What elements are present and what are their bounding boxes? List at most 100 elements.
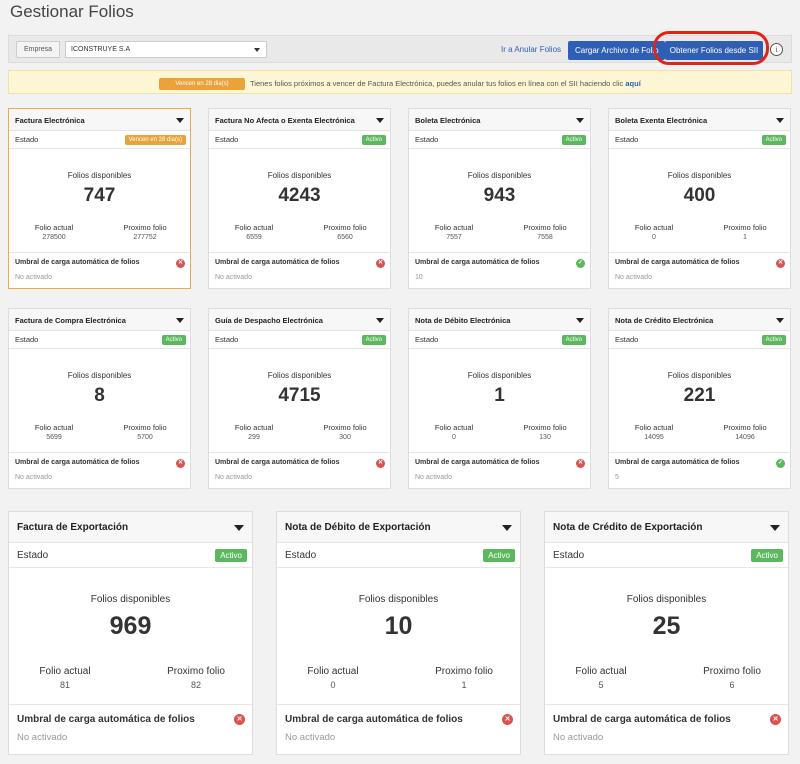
folios-disponibles-value: 8 [94, 385, 105, 406]
close-icon: ✕ [234, 714, 245, 725]
state-label: Estado [15, 335, 39, 344]
proximo-folio-label: Proximo folio [123, 223, 167, 232]
umbral-title: Umbral de carga automática de folios [15, 259, 140, 266]
umbral-title: Umbral de carga automática de folios [215, 459, 340, 466]
folio-actual: Folio actual 0 [409, 423, 499, 441]
umbral-section: Umbral de carga automática de folios ✓ 10 [409, 252, 590, 288]
card-header[interactable]: Nota de Débito de Exportación [277, 512, 520, 543]
company-select[interactable]: ICONSTRUYE S.A [65, 41, 267, 58]
umbral-value: No activado [17, 732, 68, 743]
card-header[interactable]: Nota de Crédito Electrónica [609, 309, 790, 331]
proximo-folio: Proximo folio 6560 [300, 223, 390, 241]
umbral-value: No activado [15, 474, 52, 481]
card-header[interactable]: Factura de Compra Electrónica [9, 309, 190, 331]
folios-disponibles-value: 4715 [278, 385, 321, 406]
card-header[interactable]: Boleta Exenta Electrónica [609, 109, 790, 131]
umbral-value: No activado [415, 474, 452, 481]
state-label: Estado [15, 135, 39, 144]
folio-actual: Folio actual 5 [545, 666, 657, 690]
proximo-folio: Proximo folio 6 [676, 666, 788, 690]
proximo-folio-label: Proximo folio [323, 223, 367, 232]
card-title: Factura No Afecta o Exenta Electrónica [215, 116, 355, 125]
folios-disponibles-label: Folios disponibles [667, 371, 732, 380]
chevron-down-icon[interactable] [776, 318, 784, 323]
folios-disponibles-value: 747 [83, 185, 116, 206]
state-label: Estado [17, 550, 49, 561]
folio-actual-value: 0 [452, 434, 456, 441]
folio-card: Guía de Despacho Electrónica Estado Activo… [208, 308, 391, 489]
close-icon: ✕ [376, 459, 385, 468]
folio-actual: Folio actual 5699 [9, 423, 99, 441]
proximo-folio-value: 6560 [337, 234, 353, 241]
umbral-value: No activado [15, 274, 52, 281]
folio-actual-label: Folio actual [34, 223, 74, 232]
status-badge: Activo [361, 135, 386, 145]
cargar-archivo-button[interactable]: Cargar Archivo de Folio [568, 41, 665, 60]
close-icon: ✕ [576, 459, 585, 468]
card-header[interactable]: Factura Electrónica [9, 109, 190, 131]
umbral-section: Umbral de carga automática de folios ✕ No … [609, 252, 790, 288]
state-label: Estado [553, 550, 585, 561]
proximo-folio-value: 277752 [133, 234, 157, 241]
expiry-alert: Vencen en 28 dia(s) Tienes folios próxim… [8, 70, 792, 94]
chevron-down-icon[interactable] [376, 118, 384, 123]
proximo-folio: Proximo folio 1 [700, 223, 790, 241]
alert-link[interactable]: aquí [625, 79, 640, 88]
chevron-down-icon[interactable] [576, 118, 584, 123]
check-icon: ✓ [776, 459, 785, 468]
card-state-row: Estado Activo [609, 331, 790, 349]
anular-folios-link[interactable]: Ir a Anular Folios [501, 45, 561, 54]
umbral-section: Umbral de carga automática de folios ✕ No … [9, 252, 190, 288]
card-header[interactable]: Boleta Electrónica [409, 109, 590, 131]
status-badge: Activo [761, 335, 786, 345]
proximo-folio-label: Proximo folio [323, 423, 367, 432]
card-title: Nota de Crédito de Exportación [553, 522, 703, 533]
chevron-down-icon[interactable] [776, 118, 784, 123]
page-title: Gestionar Folios [10, 2, 134, 21]
chevron-down-icon[interactable] [376, 318, 384, 323]
umbral-value: No activado [553, 732, 604, 743]
info-icon[interactable]: i [770, 43, 783, 56]
folio-actual: Folio actual 81 [9, 666, 121, 690]
status-badge: Activo [761, 135, 786, 145]
check-icon: ✓ [576, 259, 585, 268]
card-header[interactable]: Nota de Débito Electrónica [409, 309, 590, 331]
proximo-folio-label: Proximo folio [523, 223, 567, 232]
chevron-down-icon[interactable] [502, 525, 512, 531]
folio-actual-value: 6559 [246, 234, 262, 241]
card-header[interactable]: Factura de Exportación [9, 512, 252, 543]
chevron-down-icon[interactable] [176, 318, 184, 323]
folios-disponibles-label: Folios disponibles [67, 171, 132, 180]
umbral-title: Umbral de carga automática de folios [285, 714, 463, 725]
folios-disponibles-label: Folios disponibles [267, 371, 332, 380]
chevron-down-icon[interactable] [576, 318, 584, 323]
chevron-down-icon[interactable] [176, 118, 184, 123]
card-title: Factura Electrónica [15, 116, 85, 125]
proximo-folio-label: Proximo folio [167, 666, 225, 677]
status-badge: Activo [561, 335, 586, 345]
proximo-folio-value: 6 [729, 680, 735, 690]
company-select-value: ICONSTRUYE S.A [71, 46, 131, 53]
card-state-row: Estado Activo [9, 331, 190, 349]
proximo-folio-value: 5700 [137, 434, 153, 441]
state-label: Estado [615, 335, 639, 344]
proximo-folio-label: Proximo folio [435, 666, 493, 677]
umbral-title: Umbral de carga automática de folios [17, 714, 195, 725]
chevron-down-icon[interactable] [234, 525, 244, 531]
folio-card: Nota de Crédito Electrónica Estado Activo F… [608, 308, 791, 489]
card-header[interactable]: Factura No Afecta o Exenta Electrónica [209, 109, 390, 131]
highlight-annotation [653, 31, 769, 65]
card-header[interactable]: Guía de Despacho Electrónica [209, 309, 390, 331]
proximo-folio: Proximo folio 82 [140, 666, 252, 690]
folio-actual: Folio actual 14095 [609, 423, 699, 441]
card-title: Guía de Despacho Electrónica [215, 316, 323, 325]
card-state-row: Estado Activo [609, 131, 790, 149]
alert-text: Tienes folios próximos a vencer de Factu… [250, 78, 641, 89]
proximo-folio-value: 300 [339, 434, 351, 441]
status-badge: Activo [751, 549, 783, 562]
card-header[interactable]: Nota de Crédito de Exportación [545, 512, 788, 543]
chevron-down-icon[interactable] [770, 525, 780, 531]
alert-badge: Vencen en 28 dia(s) [159, 78, 245, 90]
umbral-title: Umbral de carga automática de folios [415, 459, 540, 466]
proximo-folio-label: Proximo folio [523, 423, 567, 432]
